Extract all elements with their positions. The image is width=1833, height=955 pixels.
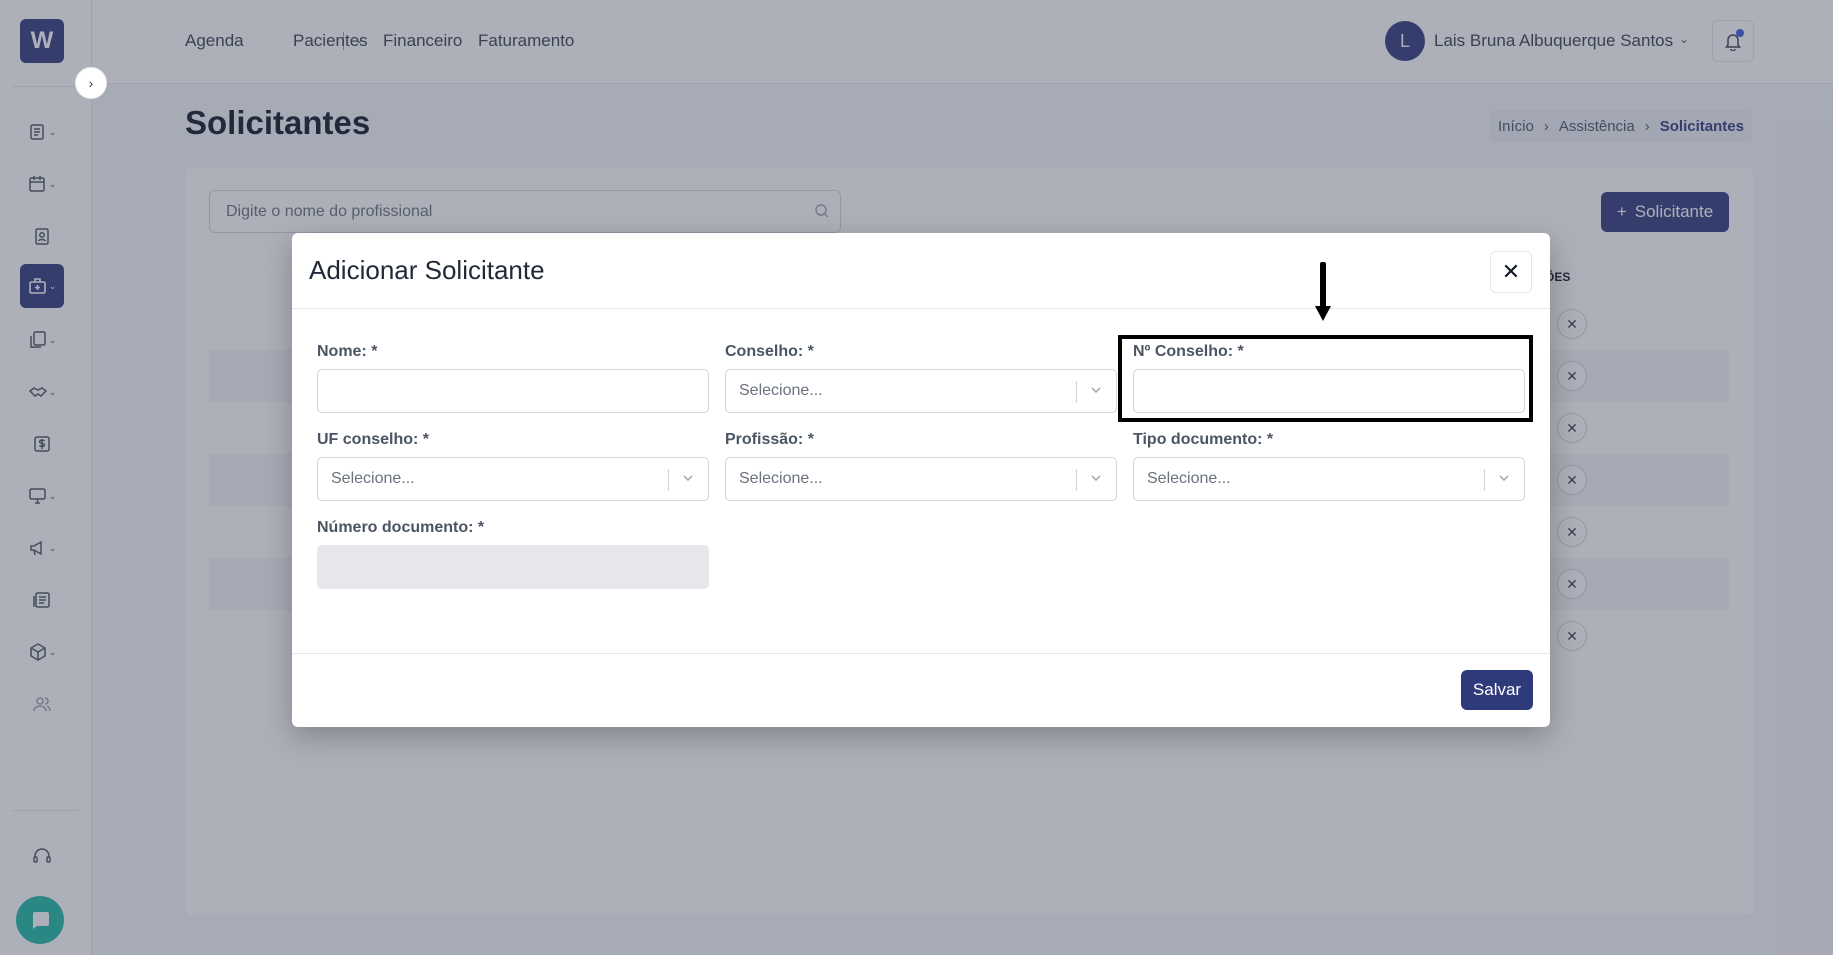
- numero-documento-input[interactable]: [317, 545, 709, 589]
- select-separator: [1076, 469, 1077, 491]
- modal-header: Adicionar Solicitante ✕: [292, 233, 1550, 309]
- chevron-right-icon: ›: [88, 75, 94, 91]
- uf-conselho-select[interactable]: Selecione...: [317, 457, 709, 501]
- chevron-down-icon: [1499, 475, 1509, 482]
- nome-label: Nome: *: [317, 343, 378, 360]
- select-separator: [1076, 381, 1077, 403]
- numero-documento-label: Número documento: *: [317, 519, 485, 536]
- select-separator: [668, 469, 669, 491]
- profissao-placeholder: Selecione...: [739, 470, 823, 487]
- nome-input[interactable]: [317, 369, 709, 413]
- annotation-arrow-head: [1315, 306, 1331, 321]
- add-solicitante-modal: Adicionar Solicitante ✕ Nome: * Conselho…: [292, 233, 1550, 727]
- uf-conselho-placeholder: Selecione...: [331, 470, 415, 487]
- tipo-documento-label: Tipo documento: *: [1133, 431, 1274, 448]
- annotation-highlight-box: [1118, 335, 1533, 422]
- tipo-documento-placeholder: Selecione...: [1147, 470, 1231, 487]
- close-button[interactable]: ✕: [1490, 251, 1532, 293]
- conselho-select[interactable]: Selecione...: [725, 369, 1117, 413]
- uf-conselho-label: UF conselho: *: [317, 431, 430, 448]
- chevron-down-icon: [1091, 387, 1101, 394]
- profissao-label: Profissão: *: [725, 431, 814, 448]
- conselho-placeholder: Selecione...: [739, 382, 823, 399]
- annotation-arrow: [1320, 262, 1326, 310]
- chevron-down-icon: [683, 475, 693, 482]
- conselho-label: Conselho: *: [725, 343, 814, 360]
- modal-title: Adicionar Solicitante: [309, 255, 545, 285]
- chevron-down-icon: [1091, 475, 1101, 482]
- close-icon: ✕: [1501, 259, 1521, 284]
- profissao-select[interactable]: Selecione...: [725, 457, 1117, 501]
- save-button[interactable]: Salvar: [1461, 670, 1533, 710]
- select-separator: [1484, 469, 1485, 491]
- modal-footer-divider: [292, 653, 1550, 654]
- sidebar-collapse-button[interactable]: ›: [75, 67, 107, 99]
- tipo-documento-select[interactable]: Selecione...: [1133, 457, 1525, 501]
